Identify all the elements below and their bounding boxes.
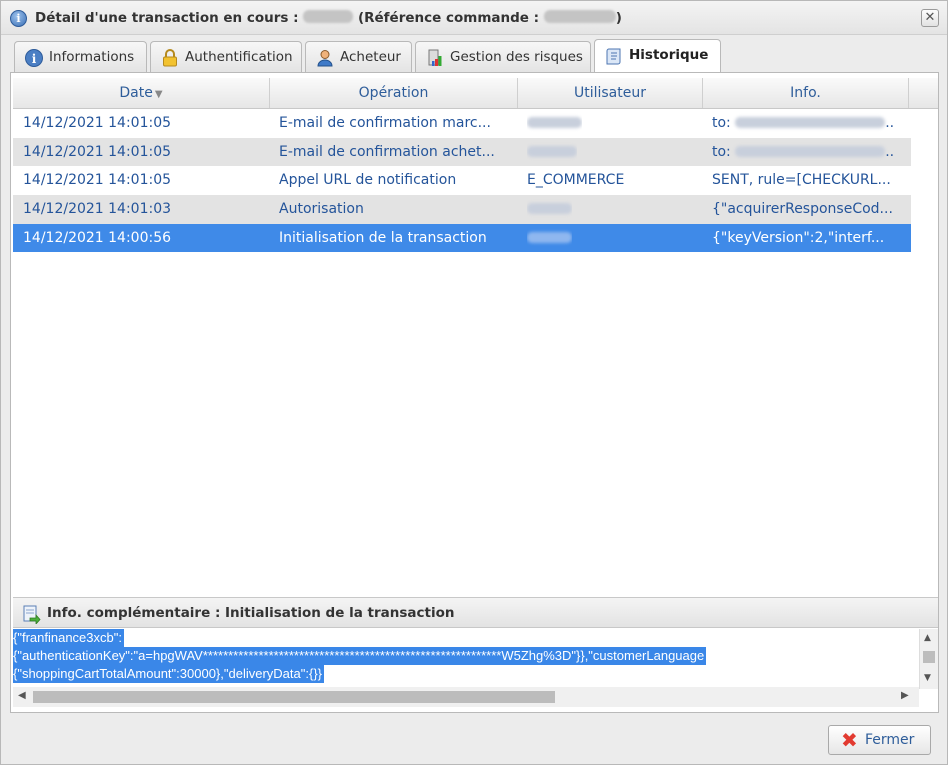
info-panel-text[interactable]: {"franfinance3xcb": {"authenticationKey"… (13, 629, 919, 689)
dialog-titlebar: i Détail d'une transaction en cours : (R… (1, 1, 947, 35)
info-icon: i (25, 49, 43, 67)
table-row[interactable]: 14/12/2021 14:01:05 Appel URL de notific… (13, 166, 911, 195)
table-row[interactable]: 14/12/2021 14:01:05 E-mail de confirmati… (13, 109, 911, 138)
fermer-label: Fermer (865, 732, 915, 748)
cell-info: {"keyVersion":2,"interf... (712, 229, 885, 246)
history-icon (606, 48, 621, 65)
info-prefix: to: (712, 115, 736, 131)
user-redacted (527, 117, 582, 128)
cell-operation: E-mail de confirmation achet... (279, 143, 495, 160)
info-panel-title: Info. complémentaire : Initialisation de… (47, 605, 455, 621)
info-prefix: to: (712, 143, 736, 160)
cell-date: 14/12/2021 14:01:05 (23, 172, 172, 189)
scroll-down-icon[interactable]: ▼ (924, 673, 931, 683)
document-arrow-icon (23, 605, 41, 624)
info-panel-header: Info. complémentaire : Initialisation de… (13, 597, 938, 628)
tab-label: Informations (49, 49, 135, 65)
info-line: {"franfinance3xcb": (13, 629, 124, 647)
tab-authentification[interactable]: Authentification (150, 41, 302, 73)
lock-icon (163, 49, 177, 67)
cell-date: 14/12/2021 14:01:05 (23, 115, 172, 131)
grid-header: Date ▼ Opération Utilisateur Info. (13, 78, 938, 109)
tab-historique[interactable]: Historique (594, 39, 721, 74)
info-suffix: .. (885, 143, 895, 160)
dialog-title: Détail d'une transaction en cours : (Réf… (35, 10, 622, 26)
cell-user (527, 109, 582, 137)
scroll-thumb[interactable] (33, 691, 555, 703)
close-x-icon: ✖ (841, 728, 858, 752)
cell-date: 14/12/2021 14:00:56 (23, 229, 172, 246)
scroll-thumb[interactable] (923, 651, 935, 663)
tab-gestion-des-risques[interactable]: Gestion des risques (415, 41, 591, 73)
cell-info: to: .. (712, 109, 911, 137)
cell-date: 14/12/2021 14:01:03 (23, 201, 172, 218)
tab-label: Authentification (185, 49, 293, 65)
historique-panel: Date ▼ Opération Utilisateur Info. 14/12/… (10, 72, 939, 713)
cell-operation: Autorisation (279, 201, 364, 218)
cell-operation: Appel URL de notification (279, 172, 457, 189)
column-header-info[interactable]: Info. (703, 78, 909, 108)
transaction-detail-dialog: i Détail d'une transaction en cours : (R… (0, 0, 948, 765)
risk-icon (428, 49, 442, 66)
info-icon: i (10, 10, 27, 27)
tab-informations[interactable]: i Informations (14, 41, 147, 73)
scroll-left-icon[interactable]: ◀ (18, 690, 26, 701)
title-middle: (Référence commande : (357, 10, 540, 26)
order-reference-redacted (543, 10, 616, 23)
info-vertical-scrollbar[interactable]: ▲ ▼ (919, 629, 938, 689)
cell-operation: E-mail de confirmation marc... (279, 115, 491, 131)
user-redacted (527, 145, 577, 157)
cell-info: to: .. (712, 138, 911, 166)
table-row[interactable]: 14/12/2021 14:01:03 Autorisation {"acqui… (13, 195, 911, 224)
email-redacted (735, 145, 886, 157)
tab-label: Historique (629, 47, 709, 63)
transaction-id-redacted (303, 10, 354, 23)
fermer-button[interactable]: ✖ Fermer (828, 725, 931, 755)
cell-info: {"acquirerResponseCod... (712, 201, 893, 218)
info-horizontal-scrollbar[interactable]: ◀ ▶ (13, 687, 919, 707)
cell-info: SENT, rule=[CHECKURL... (712, 172, 891, 189)
cell-date: 14/12/2021 14:01:05 (23, 143, 172, 160)
close-icon[interactable]: ✕ (921, 9, 939, 27)
info-suffix: .. (885, 115, 895, 131)
title-suffix: ) (615, 10, 622, 26)
email-redacted (735, 117, 886, 128)
cell-user (527, 195, 572, 223)
column-header-date[interactable]: Date ▼ (13, 78, 270, 108)
cell-user (527, 224, 572, 252)
user-redacted (527, 203, 572, 215)
column-header-operation[interactable]: Opération (270, 78, 518, 108)
sort-desc-icon: ▼ (154, 89, 163, 100)
info-line: {"authenticationKey":"a=hpgWAV**********… (13, 647, 707, 665)
scroll-right-icon[interactable]: ▶ (901, 690, 909, 701)
cell-user (527, 138, 577, 166)
table-row[interactable]: 14/12/2021 14:01:05 E-mail de confirmati… (13, 137, 911, 167)
column-header-utilisateur[interactable]: Utilisateur (518, 78, 703, 108)
table-row-selected[interactable]: 14/12/2021 14:00:56 Initialisation de la… (13, 223, 911, 253)
tab-label: Gestion des risques (450, 49, 583, 65)
user-icon (317, 50, 333, 67)
user-redacted (527, 231, 572, 243)
tab-acheteur[interactable]: Acheteur (305, 41, 412, 73)
cell-operation: Initialisation de la transaction (279, 229, 487, 246)
info-line: {"shoppingCartTotalAmount":30000},"deliv… (13, 665, 324, 683)
history-rows: 14/12/2021 14:01:05 E-mail de confirmati… (13, 109, 911, 253)
tab-strip: i Informations Authentification Acheteur (10, 39, 938, 74)
svg-text:i: i (32, 52, 37, 66)
cell-user: E_COMMERCE (527, 172, 625, 189)
tab-label: Acheteur (340, 49, 401, 65)
scroll-up-icon[interactable]: ▲ (924, 633, 931, 643)
title-prefix: Détail d'une transaction en cours : (35, 10, 299, 26)
